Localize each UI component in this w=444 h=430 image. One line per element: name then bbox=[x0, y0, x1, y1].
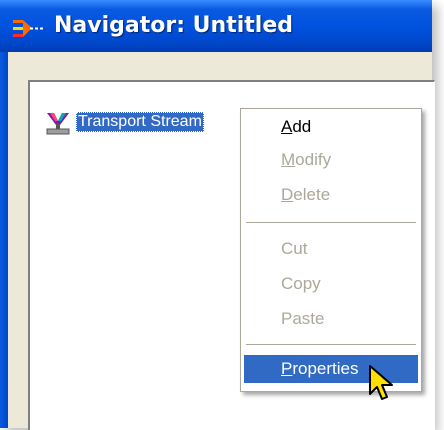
menu-item-add[interactable]: Add bbox=[244, 113, 418, 141]
menu-separator bbox=[246, 344, 416, 345]
menu-item-delete[interactable]: Delete bbox=[244, 181, 418, 209]
menu-item-cut[interactable]: Cut bbox=[244, 235, 418, 263]
menu-item-mnemonic: P bbox=[281, 359, 293, 378]
menu-item-copy[interactable]: Copy bbox=[244, 270, 418, 298]
menu-item-mnemonic: M bbox=[281, 150, 296, 169]
menu-item-mnemonic: D bbox=[281, 185, 294, 204]
menu-item-mnemonic: A bbox=[281, 117, 293, 136]
title-bar[interactable]: Navigator: Untitled bbox=[0, 0, 432, 52]
menu-item-label-rest: elete bbox=[293, 185, 331, 204]
menu-item-label-rest: roperties bbox=[292, 359, 359, 378]
window-frame-left bbox=[0, 52, 8, 428]
context-menu: Add Modify Delete Cut Copy Paste Propert… bbox=[240, 108, 422, 392]
menu-item-label-rest: odify bbox=[295, 150, 332, 169]
navigator-network-icon bbox=[13, 20, 43, 37]
arrow-pointer-icon bbox=[369, 365, 393, 400]
menu-item-modify[interactable]: Modify bbox=[244, 146, 418, 174]
menu-separator bbox=[246, 222, 416, 223]
menu-item-paste[interactable]: Paste bbox=[244, 305, 418, 333]
window-title: Navigator: Untitled bbox=[54, 13, 293, 38]
transport-stream-icon bbox=[46, 113, 70, 135]
menu-item-label-rest: dd bbox=[292, 117, 312, 136]
tree-node-label[interactable]: Transport Stream bbox=[76, 112, 204, 132]
